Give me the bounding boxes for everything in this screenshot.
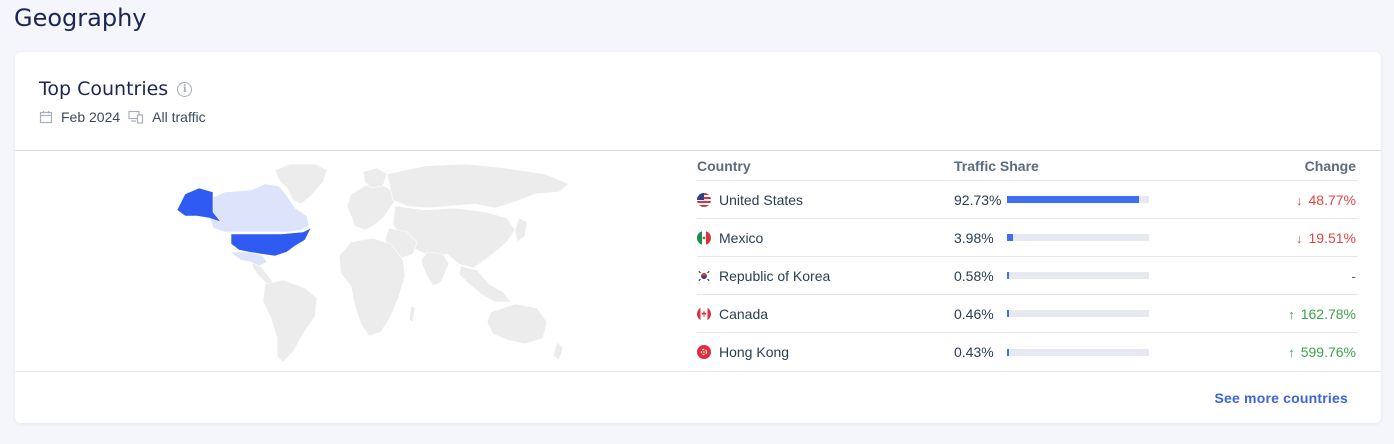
arrow-up-icon: ↑ (1288, 306, 1295, 322)
countries-table: Country Traffic Share Change United Stat… (697, 152, 1358, 371)
share-value: 0.58% (954, 267, 994, 284)
map-south-america (262, 279, 318, 363)
country-name[interactable]: Canada (719, 306, 768, 322)
change-value: 162.78% (1300, 305, 1356, 322)
ca-flag-icon (697, 306, 711, 321)
map-india (420, 251, 450, 287)
table-header: Country Traffic Share Change (697, 152, 1358, 181)
card-header: Top Countries i (39, 78, 193, 100)
map-australia (486, 303, 548, 345)
mx-flag-icon (697, 230, 711, 245)
share-bar-fill (1007, 310, 1009, 317)
map-new-zealand (552, 341, 564, 361)
change-value: 48.77% (1308, 191, 1356, 208)
share-value: 0.46% (954, 305, 994, 322)
date-label: Feb 2024 (61, 109, 121, 125)
card-divider (15, 150, 1381, 151)
see-more-countries-link[interactable]: See more countries (1214, 390, 1348, 406)
header-change[interactable]: Change (1204, 158, 1358, 174)
table-row[interactable]: Hong Kong 0.43% ↑ 599.76% (697, 333, 1358, 371)
date-meta: Feb 2024 (39, 109, 120, 125)
card-meta: Feb 2024 All traffic (39, 109, 214, 125)
share-bar (1007, 272, 1149, 279)
card-title: Top Countries (39, 78, 169, 100)
header-traffic-share[interactable]: Traffic Share (954, 158, 1204, 174)
map-se-asia (458, 265, 512, 303)
devices-icon (128, 110, 144, 124)
share-bar (1007, 348, 1149, 356)
map-scandinavia (362, 167, 388, 189)
section-title: Geography (14, 4, 147, 32)
change-value: 19.51% (1308, 229, 1356, 246)
share-bar (1007, 234, 1149, 241)
share-value: 0.43% (954, 344, 994, 360)
us-flag-icon (697, 192, 711, 207)
header-country[interactable]: Country (697, 158, 954, 174)
traffic-meta: All traffic (128, 109, 206, 125)
arrow-down-icon: ↓ (1296, 230, 1303, 246)
calendar-icon (39, 110, 53, 124)
table-row[interactable]: Canada 0.46% ↑ 162.78% (697, 295, 1358, 333)
info-icon[interactable]: i (177, 81, 193, 97)
map-russia (386, 163, 570, 209)
share-bar-fill (1007, 234, 1013, 241)
share-bar-fill (1007, 348, 1009, 356)
country-name[interactable]: Hong Kong (719, 344, 789, 360)
share-bar (1007, 310, 1149, 317)
share-bar-fill (1007, 272, 1009, 279)
map-madagascar (408, 305, 416, 323)
country-name[interactable]: United States (719, 192, 803, 208)
share-bar (1007, 196, 1149, 203)
share-value: 3.98% (954, 229, 994, 246)
table-row[interactable]: Republic of Korea 0.58% - (697, 257, 1358, 295)
arrow-down-icon: ↓ (1296, 192, 1303, 208)
world-map (176, 163, 570, 363)
map-africa (338, 237, 406, 337)
country-name[interactable]: Republic of Korea (719, 268, 830, 284)
table-row[interactable]: United States 92.73% ↓ 48.77% (697, 181, 1358, 219)
table-row[interactable]: Mexico 3.98% ↓ 19.51% (697, 219, 1358, 257)
map-japan (514, 217, 528, 243)
hk-flag-icon (697, 345, 711, 359)
change-value: - (1351, 267, 1356, 284)
map-europe (346, 183, 396, 231)
footer-divider (15, 371, 1381, 372)
country-name[interactable]: Mexico (719, 230, 763, 246)
share-value: 92.73% (954, 191, 1002, 208)
kr-flag-icon (697, 268, 711, 283)
arrow-up-icon: ↑ (1288, 345, 1295, 360)
traffic-label: All traffic (152, 109, 206, 125)
share-bar-fill (1007, 196, 1139, 203)
top-countries-card: Top Countries i Feb 2024 All traffic Cou… (15, 52, 1381, 423)
change-value: 599.76% (1300, 344, 1356, 360)
